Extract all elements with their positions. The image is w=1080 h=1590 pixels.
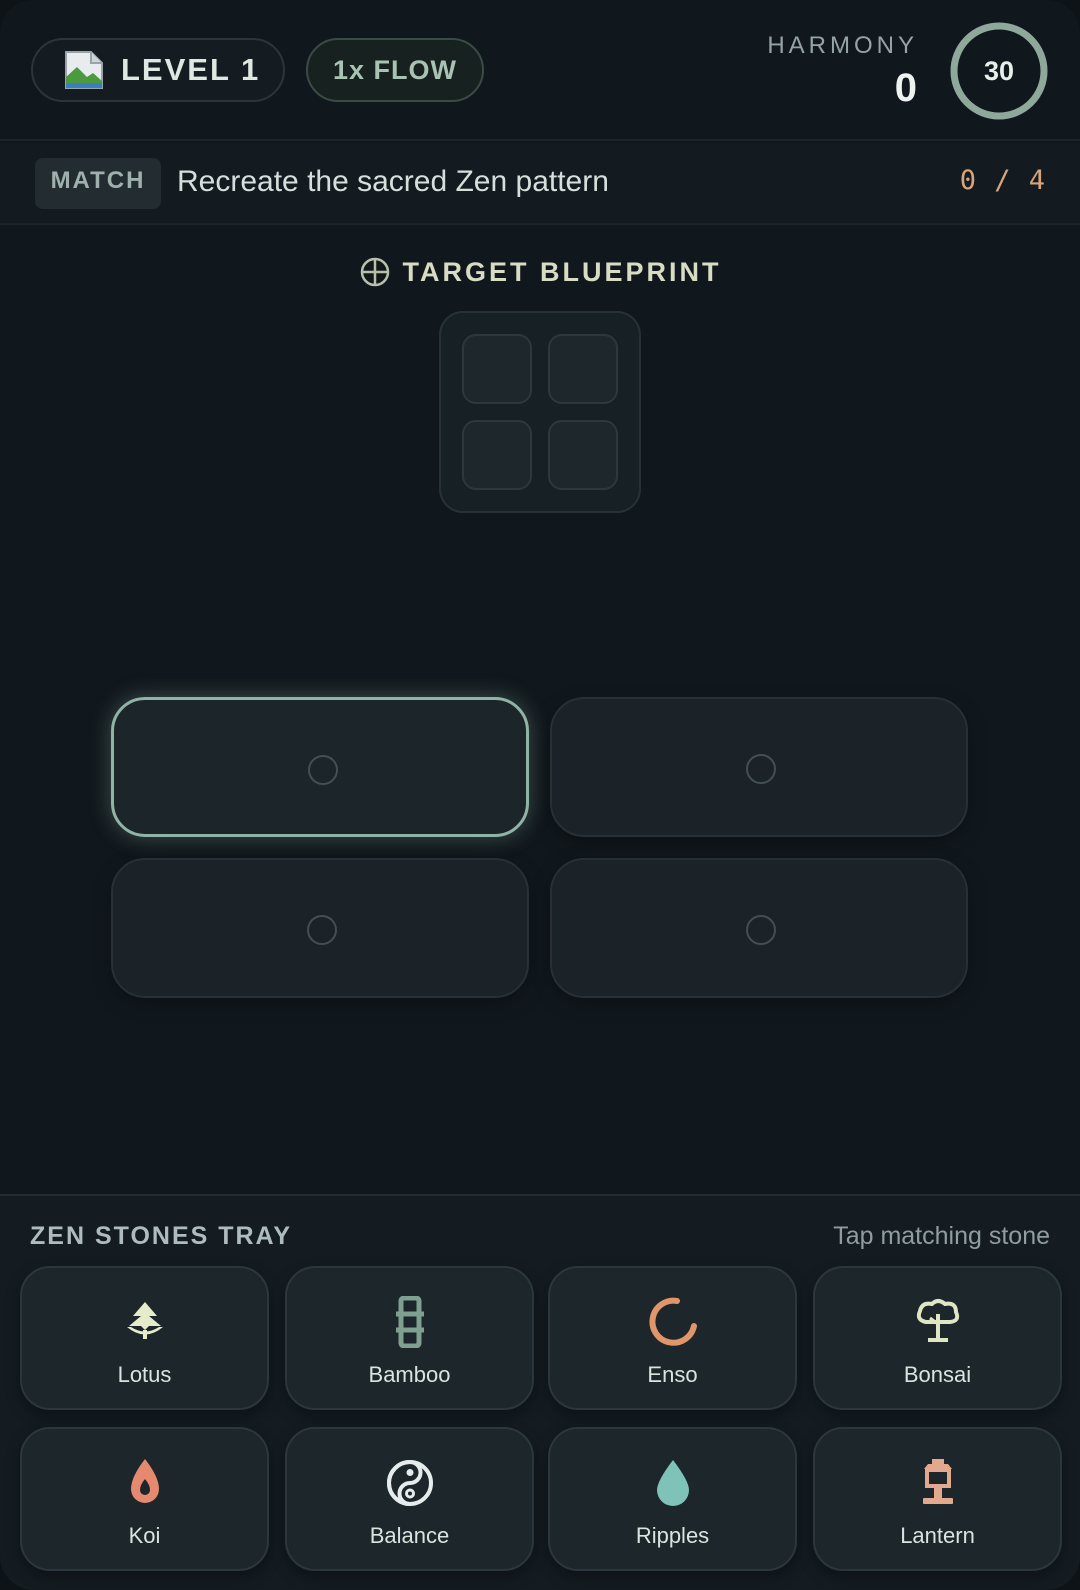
board-slot-1[interactable] — [111, 697, 529, 837]
blueprint-title-text: TARGET BLUEPRINT — [402, 256, 722, 287]
timer-value: 30 — [983, 55, 1015, 86]
lantern-icon — [912, 1457, 964, 1509]
stone-label: Enso — [647, 1362, 698, 1387]
koi-icon — [119, 1457, 171, 1509]
stone-bonsai[interactable]: Bonsai — [813, 1266, 1062, 1410]
stone-label: Lantern — [900, 1523, 975, 1548]
flow-multiplier-badge: 1x FLOW — [306, 38, 484, 102]
blueprint-cell — [462, 334, 532, 404]
bonsai-icon — [912, 1296, 964, 1348]
crosshair-icon — [359, 256, 391, 288]
broken-image-icon — [63, 49, 105, 91]
stone-koi[interactable]: Koi — [20, 1427, 269, 1571]
stone-label: Bonsai — [903, 1362, 972, 1387]
level-label: LEVEL 1 — [121, 52, 261, 87]
stone-bamboo[interactable]: Bamboo — [285, 1266, 534, 1410]
level-indicator: LEVEL 1 — [31, 38, 285, 102]
zen-stones-tray: ZEN STONES TRAY Tap matching stone Lotus — [0, 1194, 1080, 1590]
objective-bar: MATCH Recreate the sacred Zen pattern 0 … — [0, 143, 1080, 225]
harmony-score: 0 — [894, 66, 917, 110]
stone-balance[interactable]: Balance — [285, 1427, 534, 1571]
blueprint-cell — [548, 334, 618, 404]
enso-icon — [647, 1296, 699, 1348]
stone-enso[interactable]: Enso — [548, 1266, 797, 1410]
stone-label: Balance — [369, 1523, 450, 1548]
stone-lantern[interactable]: Lantern — [813, 1427, 1062, 1571]
top-bar: LEVEL 1 1x FLOW HARMONY 0 30 — [0, 0, 1080, 141]
tray-hint: Tap matching stone — [833, 1222, 1050, 1250]
harmony-label: HARMONY — [767, 32, 918, 59]
board-slot-3[interactable] — [111, 858, 529, 998]
stone-lotus[interactable]: Lotus — [20, 1266, 269, 1410]
stone-label: Bamboo — [368, 1362, 451, 1387]
tray-title: ZEN STONES TRAY — [30, 1222, 292, 1250]
blueprint-cell — [462, 420, 532, 490]
stone-label: Ripples — [635, 1523, 710, 1548]
lotus-icon — [119, 1296, 171, 1348]
blueprint-title: TARGET BLUEPRINT — [0, 256, 1080, 288]
yin-yang-icon — [384, 1457, 436, 1509]
water-drop-icon — [647, 1457, 699, 1509]
blueprint-cell — [548, 420, 618, 490]
objective-text: Recreate the sacred Zen pattern — [177, 165, 609, 198]
board-slot-4[interactable] — [550, 858, 968, 998]
board-slot-2[interactable] — [550, 697, 968, 837]
empty-slot-icon — [307, 915, 337, 945]
stone-label: Koi — [128, 1523, 161, 1548]
objective-type-badge: MATCH — [35, 158, 161, 209]
bamboo-icon — [384, 1295, 436, 1349]
empty-slot-icon — [746, 754, 776, 784]
target-blueprint-grid — [439, 311, 641, 513]
empty-slot-icon — [746, 915, 776, 945]
timer-ring: 30 — [949, 21, 1049, 121]
empty-slot-icon — [308, 755, 338, 785]
stone-label: Lotus — [117, 1362, 172, 1387]
objective-progress: 0 / 4 — [959, 165, 1046, 196]
game-screen: LEVEL 1 1x FLOW HARMONY 0 30 MATCH Recre… — [0, 0, 1080, 1590]
stone-ripples[interactable]: Ripples — [548, 1427, 797, 1571]
